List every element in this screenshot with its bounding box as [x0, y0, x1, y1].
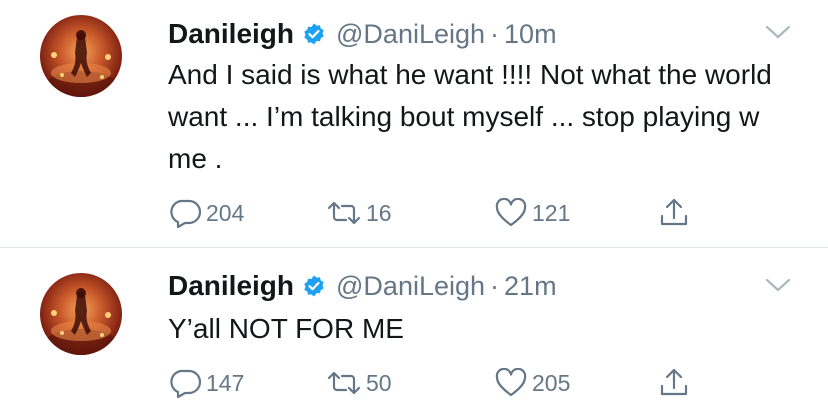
- timestamp[interactable]: 10m: [504, 19, 557, 50]
- tweet-header: Danileigh @DaniLeigh · 21m: [168, 266, 557, 306]
- display-name[interactable]: Danileigh: [168, 270, 294, 302]
- divider: [0, 247, 828, 248]
- tweet-header: Danileigh @DaniLeigh · 10m: [168, 14, 557, 54]
- tweet-text: And I said is what he want !!!! Not what…: [168, 59, 772, 174]
- share-icon: [660, 368, 688, 396]
- share-button[interactable]: [658, 365, 690, 401]
- tweet[interactable]: Danileigh @DaniLeigh · 21m Y’all NOT FOR…: [0, 249, 828, 419]
- display-name[interactable]: Danileigh: [168, 18, 294, 50]
- heart-icon: [495, 368, 527, 397]
- avatar[interactable]: [40, 15, 122, 97]
- reply-count: 147: [206, 369, 245, 396]
- like-count: 205: [532, 369, 571, 396]
- retweet-icon: [327, 201, 361, 225]
- reply-icon: [170, 369, 202, 398]
- chevron-down-icon[interactable]: [763, 275, 793, 295]
- tweet-text: Y’all NOT FOR ME: [168, 313, 404, 344]
- handle[interactable]: @DaniLeigh: [336, 271, 485, 302]
- avatar-image: [45, 30, 117, 97]
- separator: ·: [490, 270, 500, 301]
- share-icon: [660, 198, 688, 226]
- handle[interactable]: @DaniLeigh: [336, 19, 485, 50]
- reply-count: 204: [206, 199, 245, 226]
- tweet-actions: 204 16 121: [168, 195, 728, 231]
- avatar[interactable]: [40, 273, 122, 355]
- like-button[interactable]: 121: [494, 195, 570, 231]
- like-button[interactable]: 205: [494, 365, 570, 401]
- reply-button[interactable]: 147: [168, 365, 244, 401]
- heart-icon: [495, 198, 527, 227]
- tweet[interactable]: Danileigh @DaniLeigh · 10m And I said is…: [0, 0, 828, 248]
- retweet-count: 16: [366, 199, 392, 226]
- avatar-image: [45, 288, 117, 355]
- share-button[interactable]: [658, 195, 690, 231]
- retweet-icon: [327, 371, 361, 395]
- retweet-button[interactable]: 50: [326, 365, 392, 401]
- timestamp[interactable]: 21m: [504, 271, 557, 302]
- separator: ·: [490, 18, 500, 49]
- verified-badge-icon: [302, 274, 326, 298]
- retweet-button[interactable]: 16: [326, 195, 392, 231]
- retweet-count: 50: [366, 369, 392, 396]
- reply-icon: [170, 199, 202, 228]
- chevron-down-icon[interactable]: [763, 22, 793, 42]
- reply-button[interactable]: 204: [168, 195, 244, 231]
- like-count: 121: [532, 199, 571, 226]
- tweet-actions: 147 50 205: [168, 365, 728, 401]
- verified-badge-icon: [302, 22, 326, 46]
